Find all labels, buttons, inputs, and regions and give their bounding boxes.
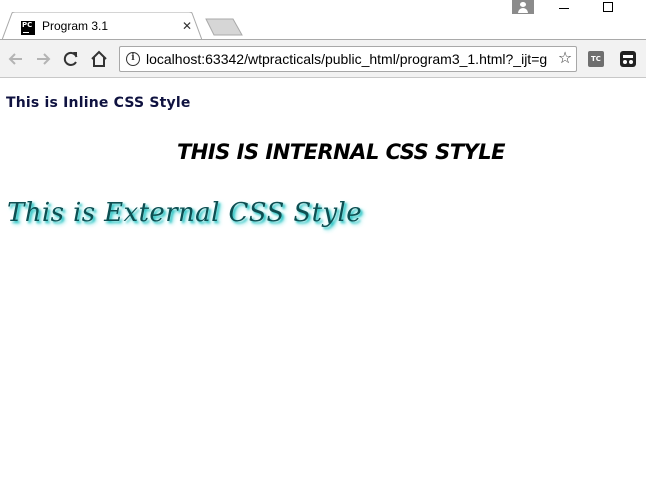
address-bar[interactable]: i localhost:63342/wtpracticals/public_ht… xyxy=(119,46,577,72)
profile-icon[interactable] xyxy=(512,0,534,14)
page-content: This is Inline CSS Style THIS IS INTERNA… xyxy=(0,78,646,498)
info-icon[interactable]: i xyxy=(126,52,140,66)
incognito-icon[interactable] xyxy=(620,51,636,67)
external-css-heading: This is External CSS Style xyxy=(7,198,363,228)
tab-title: Program 3.1 xyxy=(42,19,109,33)
pycharm-favicon-icon: PC xyxy=(21,21,35,35)
inline-css-heading: This is Inline CSS Style xyxy=(6,95,191,111)
star-icon[interactable]: ☆ xyxy=(556,49,574,67)
reload-icon[interactable] xyxy=(61,49,81,69)
maximize-button[interactable] xyxy=(603,2,613,12)
url-text[interactable]: localhost:63342/wtpracticals/public_html… xyxy=(146,51,551,67)
tab-close-button[interactable]: ✕ xyxy=(181,20,193,32)
back-icon[interactable] xyxy=(6,49,26,69)
internal-css-heading: THIS IS INTERNAL CSS STYLE xyxy=(176,140,506,164)
browser-toolbar: i localhost:63342/wtpracticals/public_ht… xyxy=(0,40,646,78)
minimize-button[interactable] xyxy=(557,2,571,14)
new-tab-button[interactable] xyxy=(205,18,243,36)
browser-tab[interactable]: PC Program 3.1 ✕ xyxy=(2,12,202,40)
home-icon[interactable] xyxy=(89,49,109,69)
browser-titlebar: PC Program 3.1 ✕ xyxy=(0,0,646,40)
favicon-text: PC xyxy=(22,21,33,29)
forward-icon[interactable] xyxy=(33,49,53,69)
extension-tc-icon[interactable]: TC xyxy=(588,51,604,67)
